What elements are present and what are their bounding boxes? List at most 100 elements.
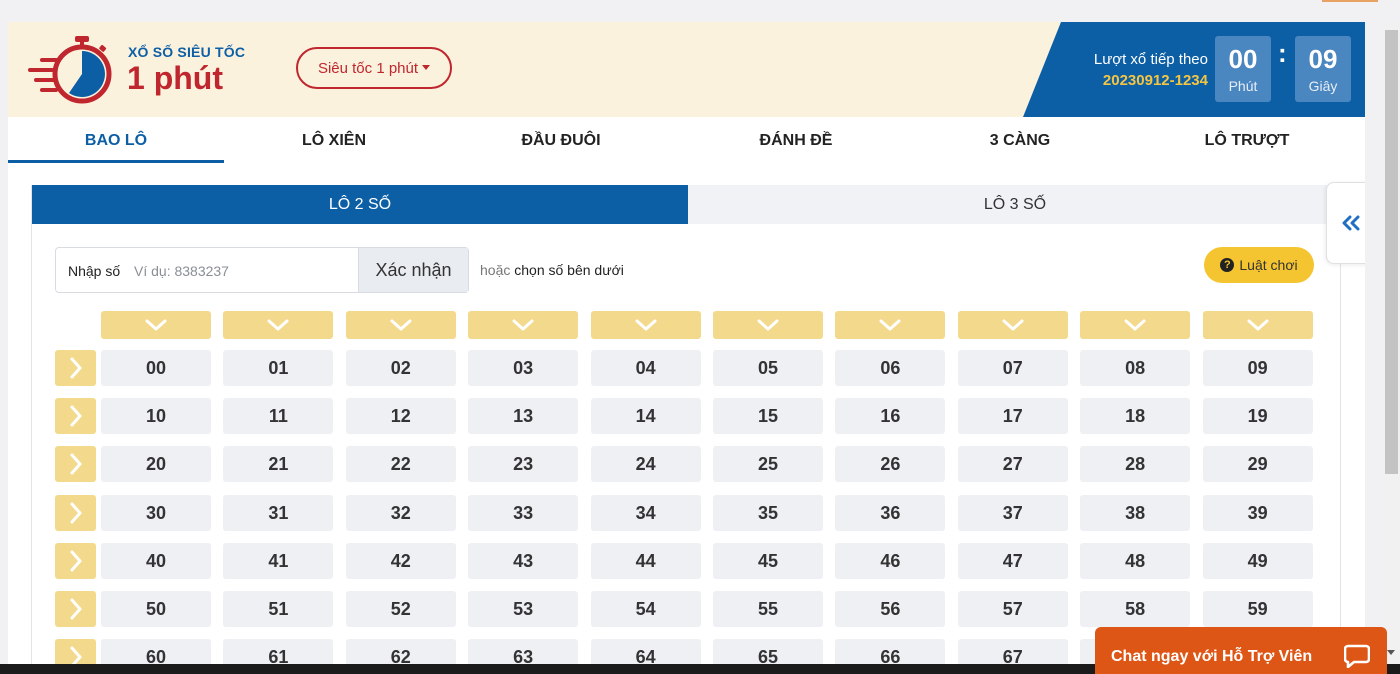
tab-dau-duoi[interactable]: ĐẦU ĐUÔI [471,117,651,163]
number-cell[interactable]: 22 [345,446,456,483]
number-cell[interactable]: 16 [835,398,946,435]
number-cell[interactable]: 44 [590,542,701,579]
number-cell[interactable]: 25 [713,446,823,483]
chevron-right-icon [70,598,81,620]
number-cell[interactable]: 07 [957,350,1068,386]
number-cell[interactable]: 17 [957,398,1068,435]
select-row-5-button[interactable] [55,591,96,627]
select-row-2-button[interactable] [55,446,96,483]
number-cell[interactable]: 40 [101,542,211,579]
number-cell[interactable]: 36 [835,494,946,531]
tab-3-cang[interactable]: 3 CÀNG [930,117,1110,163]
number-cell[interactable]: 38 [1080,494,1191,531]
number-cell[interactable]: 47 [957,542,1068,579]
select-column-6-button[interactable] [835,311,946,339]
chevron-right-icon [70,502,81,524]
number-cell[interactable]: 31 [223,494,334,531]
scroll-down-arrow-icon[interactable] [1387,650,1395,655]
number-cell[interactable]: 05 [713,350,823,386]
game-mode-select[interactable]: Siêu tốc 1 phút [296,47,452,89]
select-column-7-button[interactable] [957,311,1068,339]
rules-button[interactable]: ? Luật chơi [1204,247,1314,283]
select-column-9-button[interactable] [1202,311,1313,339]
number-cell[interactable]: 03 [468,350,579,386]
chevron-right-icon [70,405,81,427]
number-cell[interactable]: 37 [957,494,1068,531]
number-cell[interactable]: 19 [1202,398,1313,435]
number-cell[interactable]: 28 [1080,446,1191,483]
number-cell[interactable]: 56 [835,591,946,627]
number-cell[interactable]: 01 [223,350,334,386]
number-cell[interactable]: 43 [468,542,579,579]
number-cell[interactable]: 18 [1080,398,1191,435]
tab-danh-de[interactable]: ĐÁNH ĐỀ [706,117,886,163]
number-cell[interactable]: 49 [1202,542,1313,579]
number-cell[interactable]: 20 [101,446,211,483]
select-column-8-button[interactable] [1080,311,1191,339]
number-cell[interactable]: 27 [957,446,1068,483]
header: XỔ SỐ SIÊU TỐC 1 phút Siêu tốc 1 phút Lư… [8,22,1365,117]
select-row-0-button[interactable] [55,350,96,386]
number-cell[interactable]: 55 [713,591,823,627]
number-cell[interactable]: 12 [345,398,456,435]
support-chat-button[interactable]: Chat ngay với Hỗ Trợ Viên [1095,627,1387,674]
number-cell[interactable]: 21 [223,446,334,483]
select-column-2-button[interactable] [345,311,456,339]
tab-lo-xien[interactable]: LÔ XIÊN [244,117,424,163]
question-circle-icon: ? [1220,258,1235,272]
number-cell[interactable]: 29 [1202,446,1313,483]
scrollbar-thumb[interactable] [1385,30,1398,474]
select-row-1-button[interactable] [55,398,96,435]
number-cell[interactable]: 53 [468,591,579,627]
number-cell[interactable]: 15 [713,398,823,435]
number-cell[interactable]: 41 [223,542,334,579]
number-cell[interactable]: 10 [101,398,211,435]
select-column-4-button[interactable] [590,311,701,339]
tab-lo-truot[interactable]: LÔ TRƯỢT [1157,117,1337,163]
select-column-5-button[interactable] [713,311,823,339]
confirm-button[interactable]: Xác nhận [358,248,468,292]
number-cell[interactable]: 59 [1202,591,1313,627]
number-cell[interactable]: 54 [590,591,701,627]
side-panel-toggle[interactable] [1326,182,1365,264]
number-cell[interactable]: 08 [1080,350,1191,386]
number-cell[interactable]: 06 [835,350,946,386]
rules-button-label: Luật chơi [1239,257,1298,273]
number-cell[interactable]: 58 [1080,591,1191,627]
tab-bao-lo[interactable]: BAO LÔ [8,117,224,163]
number-cell[interactable]: 39 [1202,494,1313,531]
number-input[interactable] [134,256,354,286]
number-cell[interactable]: 34 [590,494,701,531]
select-row-3-button[interactable] [55,494,96,531]
number-cell[interactable]: 00 [101,350,211,386]
stopwatch-logo-icon [28,36,112,104]
select-row-4-button[interactable] [55,542,96,579]
subtab-lo-3-so[interactable]: LÔ 3 SỐ [688,185,1342,224]
number-cell[interactable]: 24 [590,446,701,483]
number-cell[interactable]: 50 [101,591,211,627]
number-cell[interactable]: 11 [223,398,334,435]
number-cell[interactable]: 46 [835,542,946,579]
number-cell[interactable]: 30 [101,494,211,531]
number-cell[interactable]: 57 [957,591,1068,627]
number-cell[interactable]: 52 [345,591,456,627]
number-cell[interactable]: 35 [713,494,823,531]
select-column-0-button[interactable] [101,311,211,339]
number-cell[interactable]: 26 [835,446,946,483]
select-column-1-button[interactable] [223,311,334,339]
number-cell[interactable]: 32 [345,494,456,531]
chevron-down-icon [757,319,779,331]
number-cell[interactable]: 45 [713,542,823,579]
number-cell[interactable]: 23 [468,446,579,483]
number-cell[interactable]: 42 [345,542,456,579]
number-cell[interactable]: 02 [345,350,456,386]
number-cell[interactable]: 14 [590,398,701,435]
number-cell[interactable]: 09 [1202,350,1313,386]
number-cell[interactable]: 33 [468,494,579,531]
number-cell[interactable]: 48 [1080,542,1191,579]
number-cell[interactable]: 04 [590,350,701,386]
select-column-3-button[interactable] [468,311,579,339]
subtab-lo-2-so[interactable]: LÔ 2 SỐ [32,185,688,224]
number-cell[interactable]: 13 [468,398,579,435]
number-cell[interactable]: 51 [223,591,334,627]
